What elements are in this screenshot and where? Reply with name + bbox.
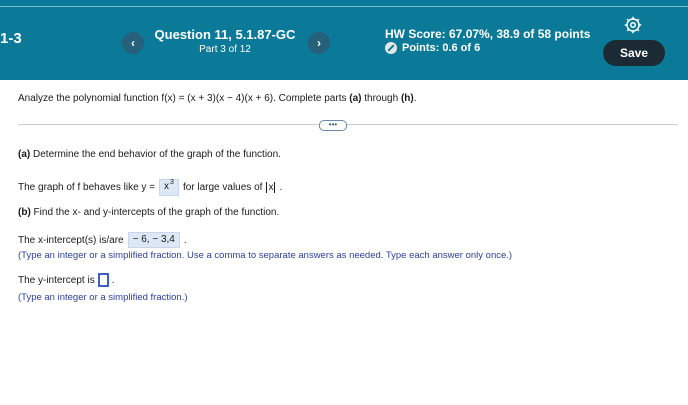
part-a-heading: (a) Determine the end behavior of the gr… bbox=[18, 149, 281, 160]
x-intercepts-answer[interactable]: − 6, − 3,4 bbox=[127, 232, 180, 248]
problem-instruction: Analyze the polynomial function f(x) = (… bbox=[18, 93, 417, 104]
part-b-label: (b) bbox=[18, 207, 31, 218]
hw-score: HW Score: 67.07%, 38.9 of 58 points bbox=[385, 27, 591, 41]
partial-credit-icon bbox=[385, 42, 397, 54]
header-bar: 1-3 ‹ Question 11, 5.1.87-GC Part 3 of 1… bbox=[0, 0, 688, 80]
part-b-text: Find the x- and y-intercepts of the grap… bbox=[30, 207, 280, 218]
instruction-text: Analyze the polynomial function f(x) = (… bbox=[18, 93, 350, 104]
gear-icon[interactable] bbox=[624, 16, 642, 34]
y-intercept-hint: (Type an integer or a simplified fractio… bbox=[18, 292, 188, 303]
expand-button[interactable]: ••• bbox=[319, 120, 347, 131]
x-intercepts-pre: The x-intercept(s) is/are bbox=[18, 234, 124, 246]
hw-title-fragment: 1-3 bbox=[0, 30, 22, 47]
end-behavior-pre: The graph of f behaves like y = bbox=[18, 182, 156, 193]
points-status: Points: 0.6 of 6 bbox=[385, 42, 480, 54]
part-a-label: (a) bbox=[18, 149, 31, 160]
instruction-part-h: (h) bbox=[400, 93, 414, 104]
end-behavior-post: for large values of bbox=[182, 182, 263, 193]
y-intercept-input[interactable] bbox=[97, 273, 109, 287]
x-intercepts-dot: . bbox=[183, 234, 187, 246]
header-top-line bbox=[0, 6, 688, 7]
instruction-part-a: (a) bbox=[349, 93, 362, 104]
x-intercepts-hint: (Type an integer or a simplified fractio… bbox=[18, 250, 513, 261]
chevron-left-icon: ‹ bbox=[131, 36, 135, 50]
next-question-button[interactable]: › bbox=[308, 32, 330, 54]
end-behavior-answer[interactable]: x3 bbox=[159, 179, 179, 196]
absolute-value-x: x bbox=[266, 182, 276, 193]
points-text: Points: 0.6 of 6 bbox=[402, 42, 481, 54]
y-intercept-pre: The y-intercept is bbox=[18, 274, 95, 286]
part-b-heading: (b) Find the x- and y-intercepts of the … bbox=[18, 207, 279, 218]
instruction-end: . bbox=[413, 93, 417, 104]
question-part: Part 3 of 12 bbox=[199, 44, 251, 55]
end-behavior-statement: The graph of f behaves like y = x3 for l… bbox=[18, 179, 282, 196]
instruction-mid: through bbox=[361, 93, 401, 104]
chevron-right-icon: › bbox=[317, 36, 321, 50]
section-divider bbox=[18, 124, 678, 125]
end-behavior-exponent: 3 bbox=[170, 179, 174, 186]
question-title: Question 11, 5.1.87-GC bbox=[154, 27, 296, 42]
x-intercepts-statement: The x-intercept(s) is/are − 6, − 3,4 . bbox=[18, 232, 187, 248]
end-behavior-base: x bbox=[164, 181, 170, 192]
part-a-text: Determine the end behavior of the graph … bbox=[30, 149, 281, 160]
save-button[interactable]: Save bbox=[603, 40, 665, 66]
y-intercept-statement: The y-intercept is . bbox=[18, 273, 114, 287]
end-behavior-dot: . bbox=[279, 182, 283, 193]
previous-question-button[interactable]: ‹ bbox=[122, 32, 144, 54]
y-intercept-dot: . bbox=[111, 274, 115, 286]
